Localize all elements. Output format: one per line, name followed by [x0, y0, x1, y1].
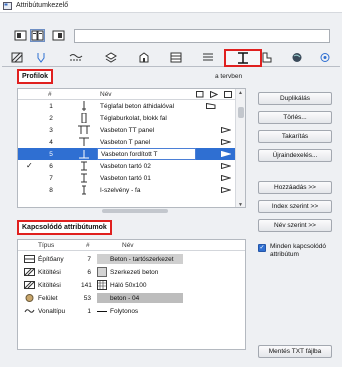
profile-shape-icon — [78, 125, 90, 134]
building-material-icon — [139, 52, 149, 63]
column-index: # — [48, 91, 52, 98]
tab-fills[interactable] — [6, 51, 28, 65]
associated-row-1[interactable]: Építőany 7 Beton - tartószerkezet — [18, 253, 245, 266]
save-txt-button[interactable]: Mentés TXT fájlba — [258, 345, 332, 358]
pen-icon — [37, 53, 45, 63]
profile-shape-icon — [81, 161, 87, 171]
profile-shape-icon — [79, 137, 89, 146]
fill-swatch — [97, 267, 107, 277]
add-button[interactable]: Hozzáadás >> — [258, 181, 332, 194]
section-flag-icon — [221, 175, 231, 181]
line-type-icon — [69, 54, 83, 61]
profile-shape-icon — [81, 173, 87, 183]
section-flag-icon — [221, 163, 231, 169]
tab-surfaces-fill[interactable] — [197, 51, 219, 65]
tab-surfaces[interactable] — [286, 51, 308, 65]
by-name-button[interactable]: Név szerint >> — [258, 219, 332, 232]
associated-list-header: Típus # Név — [18, 240, 245, 251]
profile-icon — [238, 52, 248, 64]
purge-button[interactable]: Takarítás — [258, 130, 332, 143]
plan-flag-icon — [206, 103, 216, 109]
profile-shape-icon — [79, 150, 89, 159]
profile-row-2[interactable]: 2 Téglaburkolat, blokk fal — [18, 112, 236, 124]
building-material-icon — [24, 255, 35, 263]
import-icon[interactable] — [14, 30, 27, 41]
export-icon[interactable] — [52, 30, 65, 41]
associated-attributes-list[interactable]: Típus # Név Építőany 7 Beton - tartószer… — [17, 239, 246, 350]
profiles-scrollbar[interactable]: ▲ ▼ — [235, 89, 245, 207]
show-associated-checkbox[interactable]: ✓ — [258, 244, 266, 252]
profiles-list[interactable]: # Név 1 Téglafal beton áthidalóval 2 Tég… — [17, 88, 246, 208]
tab-zone-categories[interactable] — [256, 51, 278, 65]
in-plan-check-icon: ✓ — [26, 161, 33, 170]
layer-icon — [105, 52, 117, 63]
tab-line-types[interactable] — [65, 51, 87, 65]
profiles-horizontal-scrollbar[interactable] — [18, 208, 246, 214]
tab-pens[interactable] — [30, 51, 52, 65]
window-title: Attribútumkezelő — [16, 2, 69, 9]
tab-composites[interactable] — [165, 51, 187, 65]
section-flag-icon — [221, 187, 231, 193]
fill-icon — [24, 268, 35, 276]
duplicate-button[interactable]: Duplikálás — [258, 92, 332, 105]
profile-row-7[interactable]: 7 Vasbeton tartó 01 — [18, 172, 236, 184]
tab-building-materials[interactable] — [133, 51, 155, 65]
line-swatch — [97, 311, 107, 312]
title-bar: Attribútumkezelő — [0, 0, 342, 13]
show-associated-label: Minden kapcsolódó attribútum — [270, 243, 327, 258]
tab-layers[interactable] — [100, 51, 122, 65]
profile-row-partial[interactable] — [18, 196, 236, 207]
profile-shape-icon — [82, 185, 86, 195]
profile-shape-icon — [81, 113, 87, 123]
composite-icon — [170, 52, 182, 63]
profile-row-8[interactable]: 8 I-szelvény - fa — [18, 184, 236, 196]
associated-row-4[interactable]: Felület 53 beton - 04 — [18, 292, 245, 305]
profile-shape-icon — [82, 101, 86, 111]
pattern-icon — [203, 53, 213, 61]
profiles-list-header: # Név — [18, 89, 236, 100]
section-flag-icon — [210, 91, 218, 98]
scroll-thumb[interactable] — [238, 107, 244, 118]
in-plan-label: a tervben — [215, 73, 243, 80]
surface-icon — [25, 294, 34, 302]
overview-icon[interactable] — [30, 29, 45, 42]
associated-section-label: Kapcsolódó attribútumok — [17, 220, 112, 235]
section-flag-icon — [221, 151, 231, 157]
plan-flag-icon — [196, 91, 204, 98]
by-index-button[interactable]: Index szerint >> — [258, 200, 332, 213]
line-type-icon — [24, 309, 35, 313]
tab-mep-systems[interactable] — [314, 51, 336, 65]
attribute-manager-icon — [3, 2, 12, 10]
rename-field[interactable]: Vasbeton fordított T — [97, 148, 196, 160]
column-name: Név — [122, 242, 134, 249]
horizontal-scroll-thumb[interactable] — [102, 209, 168, 213]
profile-row-5[interactable]: 5 Vasbeton fordított T — [18, 148, 236, 160]
associated-row-5[interactable]: Vonaltípu 1 Folytonos — [18, 305, 245, 318]
column-index: # — [86, 242, 90, 249]
section-flag-icon — [221, 127, 231, 133]
mep-system-icon — [320, 53, 330, 62]
fill-pattern-icon — [11, 52, 23, 63]
fill-icon — [24, 281, 35, 289]
profile-row-4[interactable]: 4 Vasbeton T panel — [18, 136, 236, 148]
profile-row-6[interactable]: ✓ 6 Vasbeton tartó 02 — [18, 160, 236, 172]
profile-row-1[interactable]: 1 Téglafal beton áthidalóval — [18, 100, 236, 112]
associated-row-3[interactable]: Kitöltési 141 Háló 50x100 — [18, 279, 245, 292]
reindex-button[interactable]: Újraindexelés... — [258, 149, 332, 162]
column-type: Típus — [38, 242, 55, 249]
attribute-type-tabs — [2, 49, 340, 67]
associated-row-2[interactable]: Kitöltési 6 Szerkezeti beton — [18, 266, 245, 279]
surface-icon — [292, 53, 302, 62]
profiles-section-label: Profilok — [17, 69, 54, 84]
show-associated-toggle[interactable]: ✓ Minden kapcsolódó attribútum — [258, 243, 342, 263]
search-input[interactable] — [74, 29, 330, 43]
scroll-up-icon[interactable]: ▲ — [238, 90, 243, 96]
delete-button[interactable]: Törlés... — [258, 111, 332, 124]
column-name: Név — [100, 91, 112, 98]
profile-row-3[interactable]: 3 Vasbeton TT panel — [18, 124, 236, 136]
view-flag-icon — [224, 91, 232, 98]
mesh-swatch — [97, 280, 107, 290]
section-flag-icon — [221, 139, 231, 145]
zone-category-icon — [262, 52, 272, 63]
